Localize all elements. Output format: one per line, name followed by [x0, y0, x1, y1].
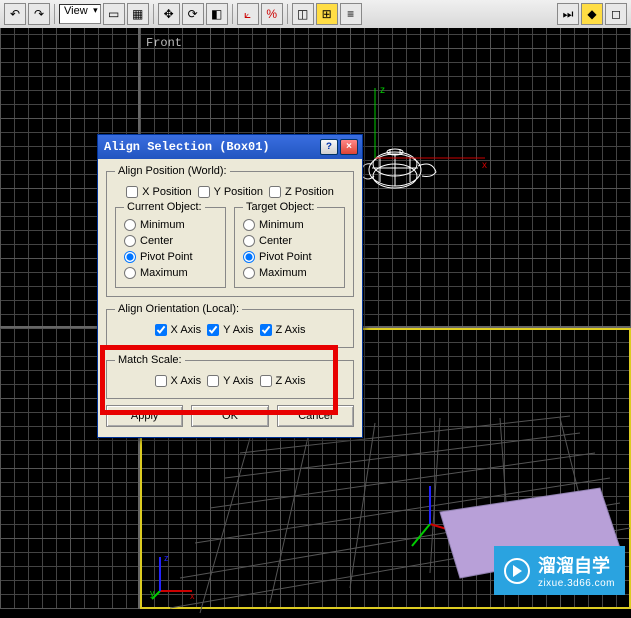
mirror-icon: ◫	[297, 7, 308, 21]
align-button[interactable]: ⊞	[316, 3, 338, 25]
viewport-axis-gizmo: x y z	[150, 551, 200, 601]
align-position-group: Align Position (World): X Position Y Pos…	[106, 165, 354, 297]
target-maximum-radio[interactable]: Maximum	[243, 267, 336, 279]
watermark-text: 溜溜自学	[538, 556, 610, 576]
next-icon: ⏭	[563, 7, 574, 22]
layer-extra-button[interactable]: ◻	[605, 3, 627, 25]
watermark-url: zixue.3d66.com	[538, 578, 615, 589]
svg-text:x: x	[482, 160, 487, 171]
svg-text:z: z	[380, 85, 385, 96]
layer-toggle-button[interactable]: ◆	[581, 3, 603, 25]
target-pivot-radio[interactable]: Pivot Point	[243, 251, 336, 263]
align-position-legend: Align Position (World):	[115, 165, 230, 177]
angle-icon: ⟀	[244, 7, 251, 22]
select-name-button[interactable]: ▦	[127, 3, 149, 25]
layer-icon: ◆	[587, 7, 596, 21]
current-maximum-radio[interactable]: Maximum	[124, 267, 217, 279]
redo-button[interactable]: ↷	[28, 3, 50, 25]
rotate-icon: ⟳	[188, 7, 198, 21]
toolbar-sep	[287, 4, 288, 24]
z-position-checkbox[interactable]: Z Position	[269, 186, 334, 198]
align-orientation-group: Align Orientation (Local): X Axis Y Axis…	[106, 303, 354, 348]
current-center-radio[interactable]: Center	[124, 235, 217, 247]
close-button[interactable]: ×	[340, 139, 358, 155]
play-icon	[504, 558, 530, 584]
x-position-checkbox[interactable]: X Position	[126, 186, 192, 198]
match-scale-group: Match Scale: X Axis Y Axis Z Axis	[106, 354, 354, 399]
main-toolbar: ↶ ↷ View ▭ ▦ ✥ ⟳ ◧ ⟀ % ◫ ⊞ ≡ ⏭ ◆ ◻	[0, 0, 631, 28]
current-minimum-radio[interactable]: Minimum	[124, 219, 217, 231]
box-icon: ◻	[611, 7, 621, 21]
scale-z-checkbox[interactable]: Z Axis	[260, 375, 306, 387]
viewport-label-front: Front	[146, 36, 182, 50]
current-object-legend: Current Object:	[124, 201, 205, 213]
scale-button[interactable]: ◧	[206, 3, 228, 25]
mirror-button[interactable]: ◫	[292, 3, 314, 25]
list-icon: ≡	[347, 7, 354, 21]
dialog-title: Align Selection (Box01)	[102, 140, 318, 154]
snap-percent-button[interactable]: %	[261, 3, 283, 25]
redo-icon: ↷	[34, 7, 44, 21]
svg-text:y: y	[150, 588, 155, 598]
ok-button[interactable]: OK	[191, 405, 268, 427]
help-button[interactable]: ?	[320, 139, 338, 155]
dialog-body: Align Position (World): X Position Y Pos…	[98, 159, 362, 437]
select-name-icon: ▦	[132, 7, 143, 21]
cancel-button[interactable]: Cancel	[277, 405, 354, 427]
orient-y-checkbox[interactable]: Y Axis	[207, 324, 253, 336]
cursor-icon: ▭	[108, 7, 119, 21]
layers-next-button[interactable]: ⏭	[557, 3, 579, 25]
rotate-button[interactable]: ⟳	[182, 3, 204, 25]
scale-y-checkbox[interactable]: Y Axis	[207, 375, 253, 387]
target-object-group: Target Object: Minimum Center Pivot Poin…	[234, 201, 345, 288]
target-object-legend: Target Object:	[243, 201, 317, 213]
select-object-button[interactable]: ▭	[103, 3, 125, 25]
current-object-group: Current Object: Minimum Center Pivot Poi…	[115, 201, 226, 288]
undo-icon: ↶	[10, 7, 20, 21]
percent-icon: %	[266, 7, 277, 21]
y-position-checkbox[interactable]: Y Position	[198, 186, 263, 198]
undo-button[interactable]: ↶	[4, 3, 26, 25]
axis-tripod-front: x z	[360, 83, 490, 173]
svg-text:z: z	[164, 553, 169, 563]
watermark-badge: 溜溜自学 zixue.3d66.com	[494, 546, 625, 595]
match-scale-legend: Match Scale:	[115, 354, 185, 366]
dialog-titlebar[interactable]: Align Selection (Box01) ? ×	[98, 135, 362, 159]
align-orientation-legend: Align Orientation (Local):	[115, 303, 242, 315]
apply-button[interactable]: Apply	[106, 405, 183, 427]
selection-filter-dropdown[interactable]: View	[59, 4, 101, 24]
named-sel-button[interactable]: ≡	[340, 3, 362, 25]
toolbar-sep	[232, 4, 233, 24]
move-button[interactable]: ✥	[158, 3, 180, 25]
toolbar-sep	[153, 4, 154, 24]
orient-x-checkbox[interactable]: X Axis	[155, 324, 202, 336]
target-minimum-radio[interactable]: Minimum	[243, 219, 336, 231]
toolbar-sep	[54, 4, 55, 24]
svg-text:x: x	[190, 591, 195, 601]
current-pivot-radio[interactable]: Pivot Point	[124, 251, 217, 263]
move-icon: ✥	[164, 7, 174, 21]
target-center-radio[interactable]: Center	[243, 235, 336, 247]
align-icon: ⊞	[322, 7, 332, 21]
align-selection-dialog: Align Selection (Box01) ? × Align Positi…	[97, 134, 363, 438]
scale-x-checkbox[interactable]: X Axis	[155, 375, 202, 387]
snap-angle-button[interactable]: ⟀	[237, 3, 259, 25]
orient-z-checkbox[interactable]: Z Axis	[260, 324, 306, 336]
scale-icon: ◧	[211, 7, 222, 21]
